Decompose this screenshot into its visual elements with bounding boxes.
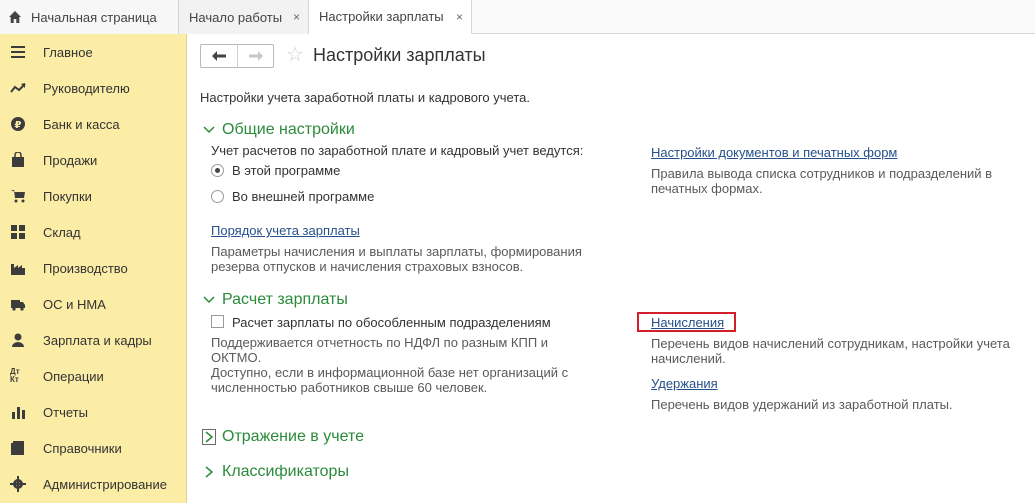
link-salary-accounting-order[interactable]: Порядок учета зарплаты <box>211 223 360 238</box>
chevron-right-icon <box>205 431 214 443</box>
arrow-left-icon <box>212 51 226 61</box>
sidebar-item-catalogs[interactable]: Справочники <box>0 430 186 466</box>
section-salary-calculation[interactable]: Расчет зарплаты <box>202 290 348 310</box>
sidebar-item-label: Производство <box>43 260 128 276</box>
link-deductions[interactable]: Удержания <box>651 376 718 391</box>
sidebar-item-label: Банк и касса <box>43 116 120 132</box>
documents-description: Правила вывода списка сотрудников и подр… <box>651 166 993 196</box>
tab-salary-settings[interactable]: Настройки зарплаты × <box>309 0 472 34</box>
close-icon[interactable]: × <box>293 10 300 24</box>
sidebar-item-reports[interactable]: Отчеты <box>0 394 186 430</box>
section-classifiers[interactable]: Классификаторы <box>202 462 349 482</box>
sidebar-item-label: ОС и НМА <box>43 296 106 312</box>
chevron-down-icon <box>203 126 215 134</box>
radio-selected-dot <box>215 168 220 173</box>
accruals-description: Перечень видов начислений сотрудникам, н… <box>651 336 1010 366</box>
checkbox-label: Расчет зарплаты по обособленным подразде… <box>232 315 551 330</box>
factory-icon <box>11 264 25 275</box>
section-general-settings[interactable]: Общие настройки <box>202 120 355 140</box>
radio-external-program[interactable] <box>211 190 224 203</box>
sidebar-item-main[interactable]: Главное <box>0 34 186 70</box>
navigation-buttons <box>200 44 274 68</box>
intro-text: Настройки учета заработной платы и кадро… <box>200 90 530 105</box>
tab-bar: Начальная страница Начало работы × Настр… <box>0 0 1035 34</box>
separate-divisions-description: Поддерживается отчетность по НДФЛ по раз… <box>211 335 569 395</box>
sidebar-item-production[interactable]: Производство <box>0 250 186 286</box>
page-title: Настройки зарплаты <box>313 45 486 65</box>
sidebar-item-bank[interactable]: ₽ Банк и касса <box>0 106 186 142</box>
trend-icon <box>10 83 26 93</box>
section-title: Общие настройки <box>222 121 355 138</box>
bar-chart-icon <box>12 407 25 419</box>
sidebar-item-sales[interactable]: Продажи <box>0 142 186 178</box>
close-icon[interactable]: × <box>456 10 463 24</box>
book-icon <box>11 441 24 455</box>
svg-text:₽: ₽ <box>15 120 22 131</box>
section-title: Отражение в учете <box>222 428 364 445</box>
section-title: Расчет зарплаты <box>222 291 348 308</box>
sidebar: Главное Руководителю ₽ Банк и касса Прод… <box>0 34 187 503</box>
link-documents-print-forms[interactable]: Настройки документов и печатных форм <box>651 145 897 160</box>
forward-button[interactable] <box>238 45 274 67</box>
tab-getting-started-label: Начало работы <box>189 9 283 25</box>
radio-label: Во внешней программе <box>232 189 375 204</box>
truck-icon <box>11 300 25 311</box>
gear-icon <box>10 476 26 492</box>
sidebar-item-label: Справочники <box>43 440 122 456</box>
accounting-question: Учет расчетов по заработной плате и кадр… <box>211 143 584 158</box>
sidebar-item-label: Покупки <box>43 188 92 204</box>
tab-salary-settings-label: Настройки зарплаты <box>319 9 444 24</box>
chevron-right-icon <box>205 466 214 478</box>
sidebar-item-admin[interactable]: Администрирование <box>0 466 186 502</box>
sidebar-item-manager[interactable]: Руководителю <box>0 70 186 106</box>
sidebar-item-label: Склад <box>43 224 81 240</box>
deductions-description: Перечень видов удержаний из заработной п… <box>651 397 953 412</box>
sidebar-item-label: Продажи <box>43 152 98 168</box>
cart-icon <box>11 190 25 203</box>
menu-lines-icon <box>11 46 25 58</box>
home-icon <box>9 11 21 23</box>
grid-icon <box>11 225 25 239</box>
coin-icon: ₽ <box>11 117 25 131</box>
sidebar-item-label: Отчеты <box>43 404 88 420</box>
checkbox-separate-divisions[interactable] <box>211 315 224 328</box>
person-icon <box>12 333 24 347</box>
radio-label: В этой программе <box>232 163 341 178</box>
sidebar-item-label: Зарплата и кадры <box>43 332 152 348</box>
sidebar-item-operations[interactable]: Дт Кт Операции <box>0 358 186 394</box>
salary-order-description: Параметры начисления и выплаты зарплаты,… <box>211 244 582 274</box>
radio-this-program[interactable] <box>211 164 224 177</box>
sidebar-item-warehouse[interactable]: Склад <box>0 214 186 250</box>
tab-home[interactable]: Начальная страница <box>0 0 179 34</box>
chevron-down-icon <box>203 296 215 304</box>
sidebar-item-label: Операции <box>43 368 104 384</box>
favorite-star-icon[interactable]: ☆ <box>286 44 304 66</box>
tab-getting-started[interactable]: Начало работы × <box>179 0 309 34</box>
sidebar-item-assets[interactable]: ОС и НМА <box>0 286 186 322</box>
sidebar-item-label: Руководителю <box>43 80 130 96</box>
back-button[interactable] <box>201 45 238 67</box>
arrow-right-icon <box>249 51 263 61</box>
shopping-bag-icon <box>12 152 24 167</box>
dt-kt-icon: Дт Кт <box>10 367 20 384</box>
sidebar-item-label: Главное <box>43 44 93 60</box>
sidebar-item-label: Администрирование <box>43 476 167 492</box>
section-accounting-reflection[interactable]: Отражение в учете <box>202 427 364 447</box>
tab-home-label: Начальная страница <box>31 9 157 25</box>
link-accruals[interactable]: Начисления <box>651 315 724 330</box>
section-title: Классификаторы <box>222 463 349 480</box>
sidebar-item-salary[interactable]: Зарплата и кадры <box>0 322 186 358</box>
sidebar-item-purchases[interactable]: Покупки <box>0 178 186 214</box>
